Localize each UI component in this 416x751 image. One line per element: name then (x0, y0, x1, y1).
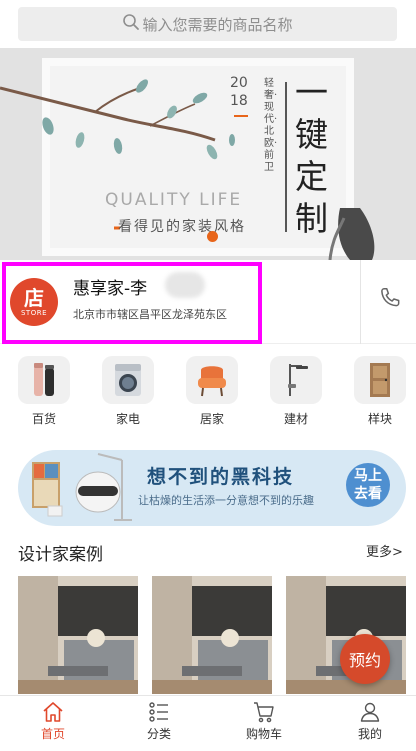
store-highlight-box (2, 262, 262, 344)
home-icon (23, 700, 83, 724)
search-placeholder: 输入您需要的商品名称 (142, 15, 293, 34)
category-label: 家电 (115, 412, 140, 426)
tab-label: 购物车 (245, 727, 282, 741)
search-input[interactable]: 输入您需要的商品名称 (18, 7, 397, 41)
category-label: 样块 (367, 412, 392, 426)
tab-label: 首页 (40, 727, 65, 741)
phone-icon (377, 285, 403, 315)
promo-button-line1: 马上 (354, 468, 382, 484)
tab-cart[interactable]: 购物车 (234, 700, 294, 742)
banner-styles: 轻奢·现代·北欧·前卫 (264, 78, 278, 173)
tab-mine[interactable]: 我的 (340, 700, 400, 742)
tab-home[interactable]: 首页 (23, 700, 83, 742)
case-card[interactable] (18, 576, 138, 694)
search-bar: 输入您需要的商品名称 (0, 0, 416, 48)
promo-product-image (32, 453, 132, 521)
promo-button-line2: 去看 (354, 486, 382, 502)
banner-year-top: 20 (230, 75, 248, 91)
category-item-jiancai[interactable]: 建材 (270, 356, 322, 427)
tab-label: 分类 (146, 727, 171, 741)
call-button[interactable] (372, 282, 408, 318)
tab-label: 我的 (357, 727, 382, 741)
user-icon (340, 700, 400, 724)
section-title: 设计家案例 (18, 545, 103, 565)
banner-slogan: 看得见的家装风格 (118, 219, 246, 235)
category-item-baihuo[interactable]: 百货 (18, 356, 70, 427)
tab-category[interactable]: 分类 (129, 700, 189, 742)
category-label: 居家 (199, 412, 224, 426)
category-item-jujia[interactable]: 居家 (186, 356, 238, 427)
shower-icon (270, 356, 322, 404)
search-icon (122, 13, 142, 35)
case-image (152, 576, 272, 694)
case-card[interactable] (152, 576, 272, 694)
carousel-indicator[interactable] (207, 231, 218, 242)
hero-banner[interactable]: QUALITY LIFE 看得见的家装风格 20 18 轻奢·现代·北欧·前卫 … (0, 48, 416, 260)
armchair-icon (186, 356, 238, 404)
category-item-yangkuai[interactable]: 样块 (354, 356, 406, 427)
banner-headline: 一键定制 (295, 73, 328, 238)
list-icon (129, 700, 189, 724)
case-image (18, 576, 138, 694)
more-link[interactable]: 更多> (366, 541, 403, 560)
cart-icon (234, 700, 294, 724)
promo-subtitle: 让枯燥的生活添一分意想不到的乐趣 (138, 494, 314, 507)
banner-year-bottom: 18 (230, 93, 248, 109)
washing-machine-icon (102, 356, 154, 404)
thermos-icon (18, 356, 70, 404)
category-item-jiadian[interactable]: 家电 (102, 356, 154, 427)
category-label: 百货 (31, 412, 56, 426)
promo-go-button[interactable]: 马上 去看 (346, 463, 390, 507)
reserve-button[interactable]: 预约 (340, 634, 390, 684)
category-label: 建材 (283, 412, 308, 426)
banner-year: 20 18 (230, 74, 248, 110)
banner-quality-text: QUALITY LIFE (105, 190, 243, 210)
divider (360, 260, 361, 344)
promo-title: 想不到的黑科技 (147, 466, 295, 488)
door-icon (354, 356, 406, 404)
